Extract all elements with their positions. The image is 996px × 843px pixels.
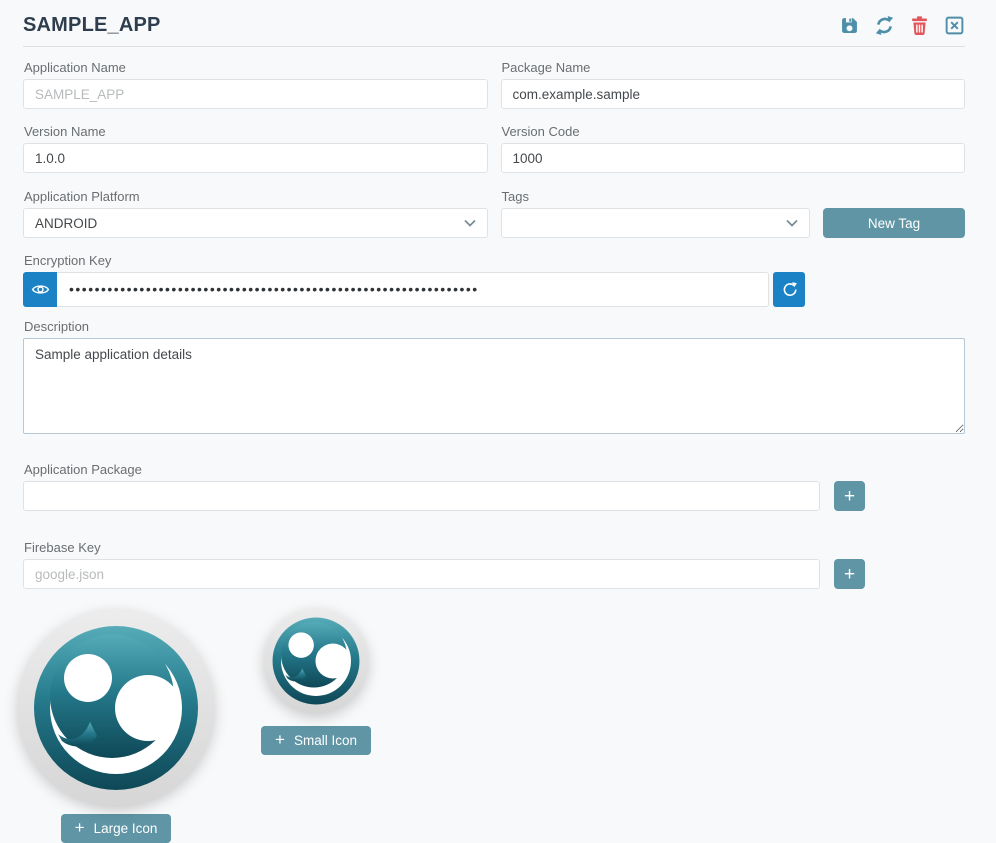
- application-detail-panel: SAMPLE_APP: [0, 0, 996, 843]
- save-button[interactable]: [838, 15, 860, 37]
- add-application-package-button[interactable]: +: [834, 481, 865, 511]
- version-name-input[interactable]: [23, 143, 488, 173]
- version-name-field: Version Name: [23, 124, 488, 173]
- delete-button[interactable]: [908, 15, 930, 37]
- application-name-label: Application Name: [24, 60, 488, 75]
- application-package-input[interactable]: [23, 481, 820, 511]
- firebase-key-label: Firebase Key: [24, 540, 965, 555]
- version-code-label: Version Code: [502, 124, 966, 139]
- application-platform-select[interactable]: ANDROID: [23, 208, 488, 238]
- upload-small-icon-label: Small Icon: [294, 733, 357, 748]
- floppy-disk-icon: [839, 15, 860, 36]
- new-tag-button[interactable]: New Tag: [823, 208, 965, 238]
- version-name-label: Version Name: [24, 124, 488, 139]
- application-package-field: Application Package +: [23, 462, 965, 511]
- version-code-field: Version Code: [501, 124, 966, 173]
- tags-select[interactable]: [501, 208, 811, 238]
- form-row-3: Application Platform ANDROID Tags New Ta…: [23, 189, 965, 238]
- tags-label: Tags: [502, 189, 966, 204]
- large-app-logo-image: [16, 608, 216, 808]
- encryption-key-label: Encryption Key: [24, 253, 965, 268]
- header-actions: [838, 15, 965, 37]
- show-key-button[interactable]: [23, 272, 57, 307]
- reload-arrow-icon: [781, 281, 798, 298]
- app-icons-section: + Large Icon + Small Icon: [23, 608, 965, 843]
- eye-icon: [31, 280, 50, 299]
- upload-large-icon-label: Large Icon: [94, 821, 158, 836]
- application-name-field: Application Name: [23, 60, 488, 109]
- refresh-button[interactable]: [873, 15, 895, 37]
- form-row-2: Version Name Version Code: [23, 124, 965, 173]
- package-name-label: Package Name: [502, 60, 966, 75]
- encryption-key-field: Encryption Key •••••••••••••••••••••••••…: [23, 253, 965, 307]
- firebase-key-field: Firebase Key +: [23, 540, 965, 589]
- small-app-logo-image: [263, 608, 369, 714]
- description-textarea[interactable]: Sample application details: [23, 338, 965, 434]
- sync-arrows-icon: [874, 15, 895, 36]
- add-firebase-key-button[interactable]: +: [834, 559, 865, 589]
- chevron-down-icon: [464, 219, 476, 227]
- version-code-input[interactable]: [501, 143, 966, 173]
- chevron-down-icon: [786, 219, 798, 227]
- plus-icon: +: [75, 818, 85, 838]
- upload-large-icon-button[interactable]: + Large Icon: [61, 814, 172, 843]
- form-row-1: Application Name Package Name: [23, 60, 965, 109]
- close-button[interactable]: [943, 15, 965, 37]
- page-title: SAMPLE_APP: [23, 14, 161, 37]
- tags-field: Tags New Tag: [501, 189, 966, 238]
- package-name-field: Package Name: [501, 60, 966, 109]
- encryption-key-input[interactable]: ••••••••••••••••••••••••••••••••••••••••…: [57, 272, 769, 307]
- firebase-key-input[interactable]: [23, 559, 820, 589]
- trash-icon: [909, 15, 930, 36]
- application-name-input[interactable]: [23, 79, 488, 109]
- regenerate-key-button[interactable]: [773, 272, 805, 307]
- plus-icon: +: [275, 730, 285, 750]
- upload-small-icon-button[interactable]: + Small Icon: [261, 726, 371, 755]
- application-package-label: Application Package: [24, 462, 965, 477]
- large-icon-block: + Large Icon: [16, 608, 216, 843]
- x-in-box-icon: [944, 15, 965, 36]
- application-platform-value: ANDROID: [35, 216, 97, 231]
- header: SAMPLE_APP: [23, 0, 965, 47]
- application-platform-field: Application Platform ANDROID: [23, 189, 488, 238]
- small-icon-block: + Small Icon: [262, 608, 370, 755]
- package-name-input[interactable]: [501, 79, 966, 109]
- application-platform-label: Application Platform: [24, 189, 488, 204]
- description-field: Description Sample application details: [23, 319, 965, 439]
- description-label: Description: [24, 319, 965, 334]
